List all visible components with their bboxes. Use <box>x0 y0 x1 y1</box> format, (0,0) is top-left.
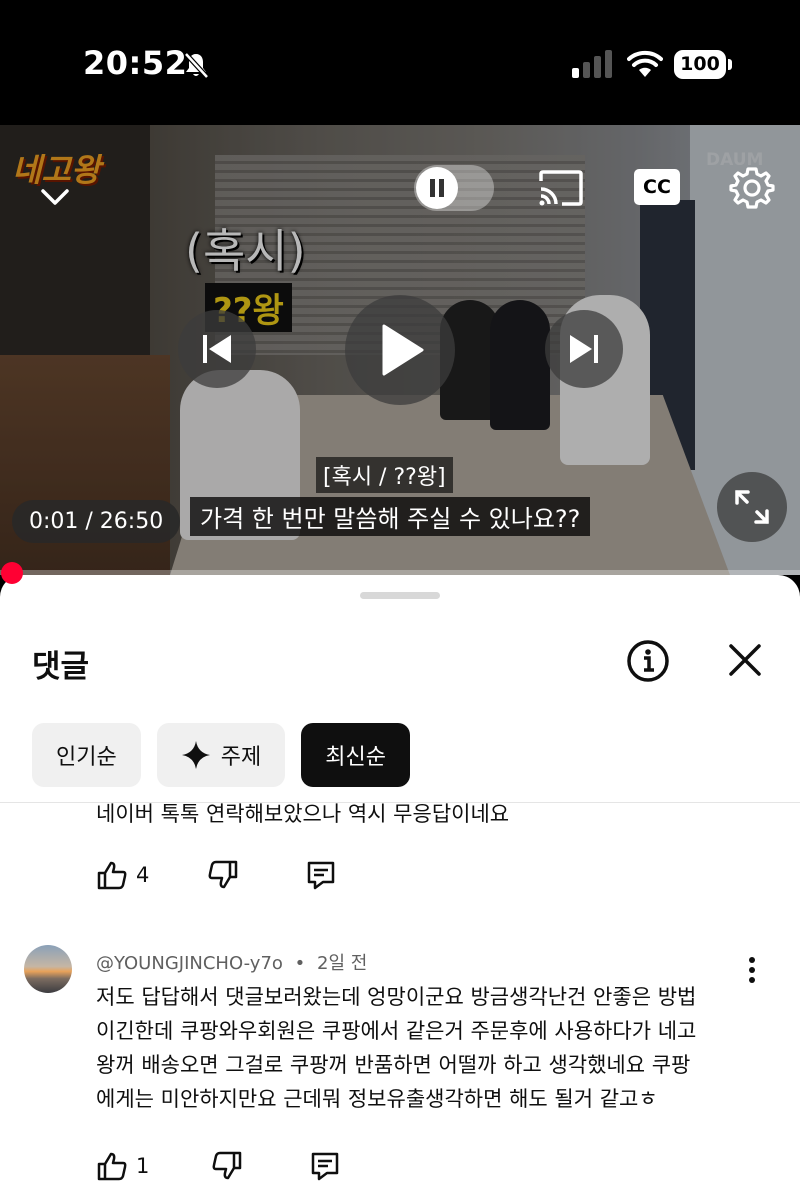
fullscreen-button[interactable] <box>717 472 787 542</box>
reply-comment-icon <box>312 1152 339 1181</box>
comment-actions: 1 <box>96 1150 341 1182</box>
info-icon[interactable] <box>626 639 670 683</box>
drag-handle[interactable] <box>360 592 440 599</box>
reply-comment-icon <box>308 861 335 890</box>
like-button[interactable]: 4 <box>96 859 149 891</box>
panel-title: 댓글 <box>32 649 90 685</box>
progress-scrubber[interactable] <box>1 562 23 584</box>
sparkle-icon <box>181 741 210 769</box>
time-display: 0:01 / 26:50 <box>12 500 181 543</box>
skip-previous-icon <box>203 335 231 363</box>
comment-actions: 4 <box>96 859 337 891</box>
dislike-button[interactable] <box>211 1150 243 1182</box>
thumbs-up-icon <box>97 1152 127 1181</box>
video-player[interactable]: 네고왕 DAUM (혹시) ??왕 CC [혹시 / ??왕] 가격 한 번만 … <box>0 125 800 575</box>
pause-icon <box>416 167 458 209</box>
fullscreen-icon <box>735 490 769 524</box>
comment-time: 2일 전 <box>317 953 368 974</box>
cast-icon[interactable] <box>538 169 584 207</box>
sort-chips: 인기순 주제 최신순 <box>32 723 410 787</box>
reply-button[interactable] <box>309 1150 341 1182</box>
comment-author[interactable]: @YOUNGJINCHO-y7o <box>96 953 283 974</box>
like-button[interactable]: 1 <box>96 1150 149 1182</box>
chip-topics[interactable]: 주제 <box>156 723 286 787</box>
avatar[interactable] <box>24 945 72 993</box>
subtitle-speaker: [혹시 / ??왕] <box>316 457 453 493</box>
skip-next-icon <box>570 335 598 363</box>
previous-button[interactable] <box>178 310 256 388</box>
gear-icon[interactable] <box>729 165 775 211</box>
clock: 20:52 <box>83 44 188 82</box>
next-button[interactable] <box>545 310 623 388</box>
status-bar: 20:52 100 <box>0 0 800 125</box>
dislike-button[interactable] <box>207 859 239 891</box>
cellular-signal-icon <box>572 50 612 78</box>
wifi-icon <box>627 50 663 77</box>
like-count: 1 <box>136 1154 150 1178</box>
play-icon <box>382 324 424 376</box>
thumbs-down-icon <box>212 1151 242 1180</box>
chip-topics-label: 주제 <box>220 745 262 770</box>
thumbs-up-icon <box>97 861 127 890</box>
close-icon[interactable] <box>726 641 764 679</box>
autoplay-toggle[interactable] <box>414 165 494 211</box>
thumbs-down-icon <box>208 860 238 889</box>
comments-panel: 댓글 인기순 주제 최신순 네이버 톡톡 연락해보았으나 역시 무응답이네요 4 <box>0 575 800 1202</box>
chevron-down-icon[interactable] <box>38 180 72 214</box>
captions-button[interactable]: CC <box>634 169 680 205</box>
reply-button[interactable] <box>305 859 337 891</box>
chip-newest[interactable]: 최신순 <box>301 723 410 787</box>
comment-line: 저도 답답해서 댓글보러왔는데 엉망이군요 방금생각난건 안좋은 방법 <box>96 985 697 1009</box>
play-button[interactable] <box>345 295 455 405</box>
comment-text: 저도 답답해서 댓글보러왔는데 엉망이군요 방금생각난건 안좋은 방법 이긴한데… <box>96 980 776 1116</box>
comment-line: 왕꺼 배송오면 그걸로 쿠팡꺼 반품하면 어떨까 하고 생각했네요 쿠팡 <box>96 1053 691 1077</box>
comment-text: 네이버 톡톡 연락해보았으나 역시 무응답이네요 <box>96 802 510 826</box>
comment-line: 이긴한데 쿠팡와우회원은 쿠팡에서 같은거 주문후에 사용하다가 네고 <box>96 1019 697 1043</box>
bell-muted-icon <box>184 52 209 79</box>
comment-meta: @YOUNGJINCHO-y7o • 2일 전 <box>96 949 367 975</box>
like-count: 4 <box>136 863 150 887</box>
battery-indicator: 100 <box>674 50 732 79</box>
subtitle-line: 가격 한 번만 말씀해 주실 수 있나요?? <box>190 497 591 536</box>
meta-separator: • <box>294 953 306 974</box>
battery-level: 100 <box>674 50 726 79</box>
battery-tip <box>728 59 732 70</box>
chip-popular[interactable]: 인기순 <box>32 723 141 787</box>
comment-line: 에게는 미안하지만요 근데뭐 정보유출생각하면 해도 될거 같고ㅎ <box>96 1087 658 1111</box>
